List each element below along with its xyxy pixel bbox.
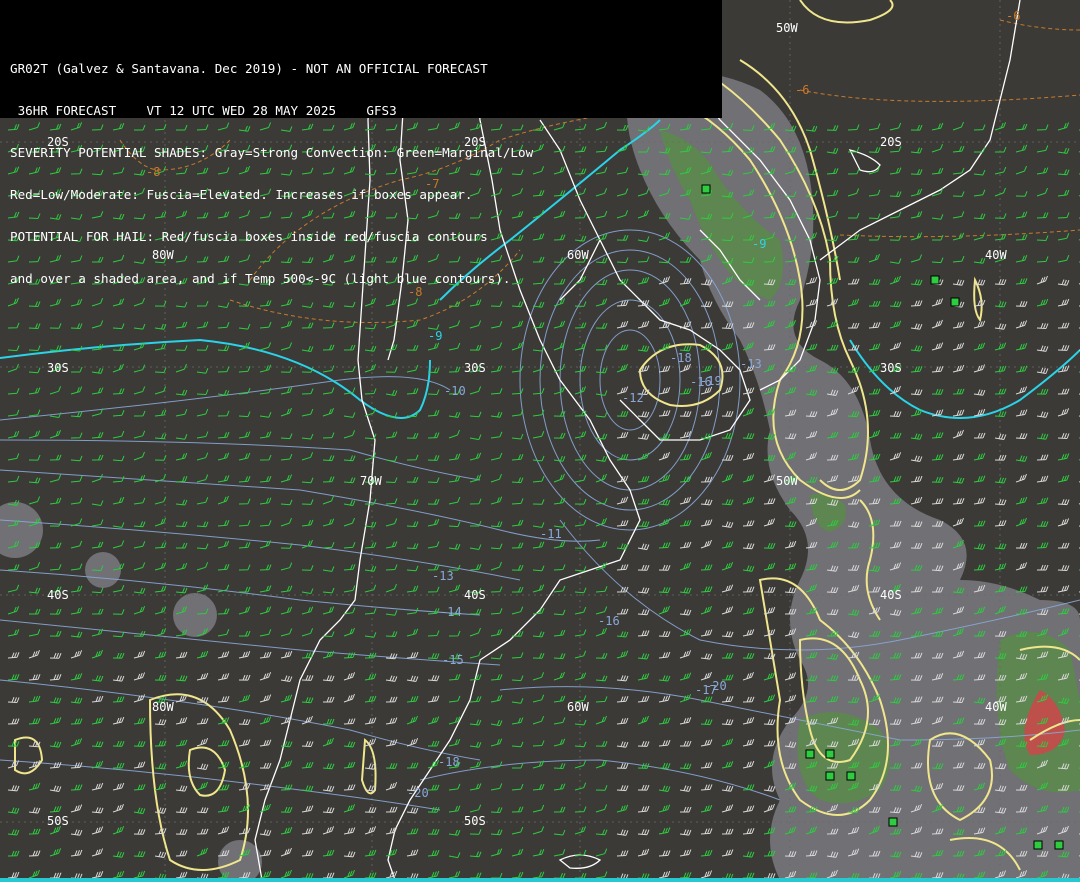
temp-label: -18 (438, 755, 460, 769)
hail-box (1054, 840, 1064, 850)
hail-box (805, 749, 815, 759)
temp-label: -18 (670, 351, 692, 365)
temp-label: -6 (795, 83, 809, 97)
lon-label: 70W (360, 474, 382, 488)
temp-label: -12 (622, 391, 644, 405)
temp-label: -13 (740, 357, 762, 371)
hail-box (846, 771, 856, 781)
hail-box (825, 771, 835, 781)
header-line-1: GR02T (Galvez & Santavana. Dec 2019) - N… (10, 61, 488, 76)
lon-label: 50W (776, 21, 798, 35)
temp-label: -20 (407, 786, 429, 800)
lat-label: 30S (47, 361, 69, 375)
header-line-6: and over a shaded area, and if Temp 500<… (10, 271, 511, 286)
temp-label: -6 (1006, 9, 1020, 23)
lat-label: 40S (47, 588, 69, 602)
hail-box (950, 297, 960, 307)
lon-label: 50W (776, 474, 798, 488)
hail-box (825, 749, 835, 759)
temp-label: -20 (705, 679, 727, 693)
temp-label: -15 (442, 653, 464, 667)
lat-label: 50S (464, 814, 486, 828)
hail-box (888, 817, 898, 827)
lat-label: 30S (464, 361, 486, 375)
temp-label: -14 (440, 605, 462, 619)
lon-label: 60W (567, 700, 589, 714)
temp-label: -19 (700, 374, 722, 388)
header-line-3: SEVERITY POTENTIAL SHADES: Gray=Strong C… (10, 145, 534, 160)
temp-label: -10 (444, 384, 466, 398)
hail-box (1033, 840, 1043, 850)
header-line-4: Red=Low/Moderate: Fuscia=Elevated. Incre… (10, 187, 473, 202)
temp-label: -16 (598, 614, 620, 628)
forecast-header: GR02T (Galvez & Santavana. Dec 2019) - N… (0, 0, 722, 286)
hail-box (930, 275, 940, 285)
bottom-border (0, 878, 1080, 882)
header-line-2: 36HR FORECAST VT 12 UTC WED 28 MAY 2025 … (10, 103, 397, 118)
header-line-5: POTENTIAL FOR HAIL: Red/fuscia boxes ins… (10, 229, 488, 244)
temp-label: -9 (428, 329, 442, 343)
lat-label: 50S (47, 814, 69, 828)
temp-label: -11 (540, 527, 562, 541)
lon-label: 80W (152, 700, 174, 714)
lat-label: 40S (464, 588, 486, 602)
temp-label: -9 (752, 237, 766, 251)
lat-label: 20S (880, 135, 902, 149)
lat-label: 30S (880, 361, 902, 375)
lon-label: 40W (985, 248, 1007, 262)
lon-label: 40W (985, 700, 1007, 714)
temp-label: -13 (432, 569, 454, 583)
lat-label: 40S (880, 588, 902, 602)
